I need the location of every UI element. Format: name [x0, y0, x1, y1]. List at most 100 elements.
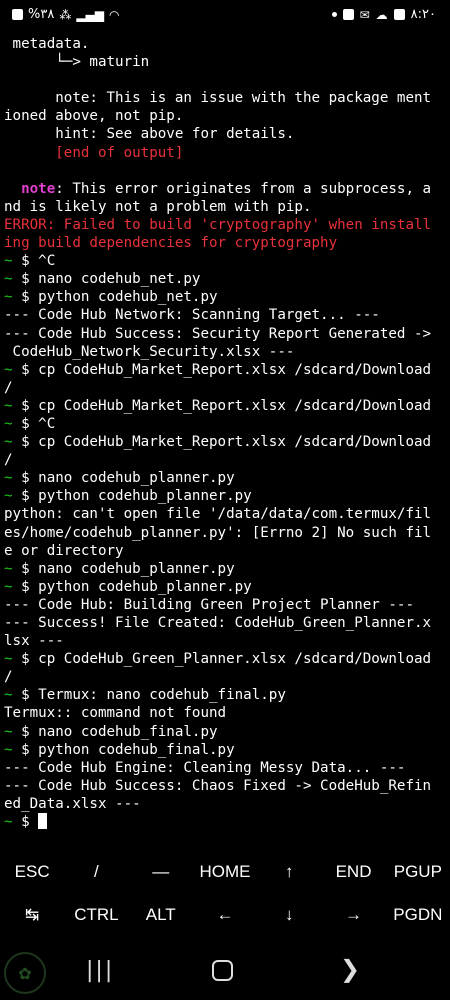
extra-key-row2-5[interactable]: →	[321, 893, 385, 936]
terminal-text-segment: /	[4, 379, 13, 396]
terminal-line: --- Code Hub Network: Scanning Target...…	[4, 306, 446, 324]
sim-icon	[12, 9, 23, 20]
terminal-text-segment: ~	[4, 578, 22, 595]
extra-key-row1-2[interactable]: —	[129, 850, 193, 893]
extra-key-row2-0[interactable]: ↹	[0, 893, 64, 936]
facebook-icon	[342, 9, 354, 20]
wifi-icon: ◠	[109, 7, 120, 22]
terminal-text-segment: ~	[4, 289, 22, 306]
terminal-line: ~ $ python codehub_planner.py	[4, 487, 446, 505]
terminal-line: nd is likely not a problem with pip.	[4, 198, 446, 216]
terminal-text-segment: $ nano codehub_net.py	[21, 271, 201, 288]
terminal-line: CodeHub_Network_Security.xlsx ---	[4, 343, 446, 361]
extra-key-row1-6[interactable]: PGUP	[386, 850, 450, 893]
terminal-text-segment: $	[21, 814, 39, 831]
terminal-output[interactable]: metadata. └─> maturin note: This is an i…	[4, 35, 446, 831]
terminal-line: e or directory	[4, 542, 446, 560]
terminal-line: /	[4, 451, 446, 469]
terminal-line: ~ $ ^C	[4, 252, 446, 270]
extra-key-row2-3[interactable]: ←	[193, 893, 257, 936]
terminal-text-segment: metadata.	[4, 36, 90, 52]
terminal-text-segment: es/home/codehub_planner.py': [Errno 2] N…	[4, 524, 432, 541]
extra-key-row1-5[interactable]: END	[321, 850, 385, 893]
terminal-line: /	[4, 668, 446, 686]
extra-key-row1-0[interactable]: ESC	[0, 850, 64, 893]
terminal-text-segment: ~	[4, 723, 22, 740]
extra-keys-row-2: ↹ CTRL ALT ← ↓ → PGDN	[0, 893, 450, 936]
terminal-text-segment: └─> maturin	[4, 54, 150, 71]
terminal-line: ~ $ python codehub_planner.py	[4, 578, 446, 596]
terminal-line: hint: See above for details.	[4, 125, 446, 143]
terminal-text-segment: ~	[4, 361, 22, 378]
terminal-line: ~ $ Termux: nano codehub_final.py	[4, 686, 446, 704]
home-icon[interactable]	[212, 960, 233, 981]
terminal-text-segment: $ python codehub_planner.py	[21, 578, 252, 595]
terminal-text-segment: [end of output]	[4, 144, 184, 161]
terminal-line: ~ $ python codehub_final.py	[4, 741, 446, 759]
terminal-text-segment: ERROR: Failed to build 'cryptography' wh…	[4, 216, 432, 233]
terminal-text-segment: ing build dependencies for cryptography	[4, 235, 338, 252]
extra-key-row2-1[interactable]: CTRL	[64, 893, 128, 936]
recent-apps-icon[interactable]: |||	[86, 958, 114, 983]
terminal-text-segment: nd is likely not a problem with pip.	[4, 198, 312, 215]
terminal-text-segment: hint: See above for details.	[4, 126, 295, 143]
terminal-line: ed_Data.xlsx ---	[4, 795, 446, 813]
terminal-line: ERROR: Failed to build 'cryptography' wh…	[4, 216, 446, 234]
extra-key-row2-4[interactable]: ↓	[257, 893, 321, 936]
extra-key-row1-3[interactable]: HOME	[193, 850, 257, 893]
terminal-text-segment: $ python codehub_net.py	[21, 289, 218, 306]
volte-signal-icon: ⁂	[59, 7, 72, 22]
terminal-text-segment: Termux:: command not found	[4, 705, 227, 722]
extra-key-row1-4[interactable]: ↑	[257, 850, 321, 893]
terminal-text-segment: /	[4, 669, 13, 686]
terminal-text-segment: $ ^C	[21, 253, 56, 270]
terminal-text-segment: --- Code Hub Engine: Cleaning Messy Data…	[4, 759, 406, 776]
extra-key-row2-2[interactable]: ALT	[129, 893, 193, 936]
terminal-text-segment: ~	[4, 397, 22, 414]
terminal-text-segment: /	[4, 452, 13, 469]
terminal-text-segment: ~	[4, 814, 22, 831]
terminal-text-segment: ~	[4, 560, 22, 577]
terminal-text-segment: --- Code Hub Success: Security Report Ge…	[4, 325, 432, 342]
back-icon[interactable]: ❯	[340, 955, 360, 983]
terminal-line: --- Code Hub: Building Green Project Pla…	[4, 596, 446, 614]
terminal-text-segment: --- Code Hub Network: Scanning Target...…	[4, 307, 380, 324]
terminal-text-segment: note	[21, 180, 56, 197]
terminal-line: lsx ---	[4, 632, 446, 650]
terminal-line: --- Code Hub Success: Chaos Fixed -> Cod…	[4, 777, 446, 795]
battery-percent: %۳۸	[28, 7, 55, 22]
terminal-line: ~ $	[4, 813, 446, 831]
terminal-line: ~ $ nano codehub_net.py	[4, 270, 446, 288]
terminal-text-segment: ~	[4, 470, 22, 487]
terminal-text-segment: $ python codehub_planner.py	[21, 488, 252, 505]
terminal-text-segment: ~	[4, 741, 22, 758]
terminal-text-segment: $ Termux: nano codehub_final.py	[21, 687, 286, 704]
watermark-logo-icon: ✿	[4, 952, 46, 994]
terminal-line: --- Code Hub Success: Security Report Ge…	[4, 325, 446, 343]
terminal-text-segment: ~	[4, 687, 22, 704]
extra-key-row1-1[interactable]: /	[64, 850, 128, 893]
terminal-text-segment: $ nano codehub_planner.py	[21, 470, 235, 487]
terminal-text-segment: $ cp CodeHub_Green_Planner.xlsx /sdcard/…	[21, 651, 432, 668]
terminal-text-segment: $ nano codehub_final.py	[21, 723, 218, 740]
terminal-text-segment: lsx ---	[4, 633, 64, 650]
terminal-text-segment: --- Code Hub: Building Green Project Pla…	[4, 596, 414, 613]
terminal-text-segment: ~	[4, 488, 22, 505]
cloud-icon: ☁	[375, 7, 388, 22]
navigation-bar: ||| ❯	[0, 940, 450, 1000]
terminal-text-segment: ioned above, not pip.	[4, 108, 184, 125]
terminal-text-segment: $ nano codehub_planner.py	[21, 560, 235, 577]
extra-key-row2-6[interactable]: PGDN	[386, 893, 450, 936]
terminal-line: ioned above, not pip.	[4, 107, 446, 125]
terminal-text-segment: --- Success! File Created: CodeHub_Green…	[4, 615, 432, 631]
terminal-text-segment: note: This is an issue with the package …	[4, 90, 432, 107]
terminal-line: es/home/codehub_planner.py': [Errno 2] N…	[4, 524, 446, 542]
terminal-text-segment: CodeHub_Network_Security.xlsx ---	[4, 343, 295, 360]
terminal-line: --- Code Hub Engine: Cleaning Messy Data…	[4, 759, 446, 777]
terminal-line: python: can't open file '/data/data/com.…	[4, 505, 446, 523]
status-right: ✉ ☁ ۸:۲۰	[331, 7, 436, 22]
terminal-text-segment: $ python codehub_final.py	[21, 741, 235, 758]
